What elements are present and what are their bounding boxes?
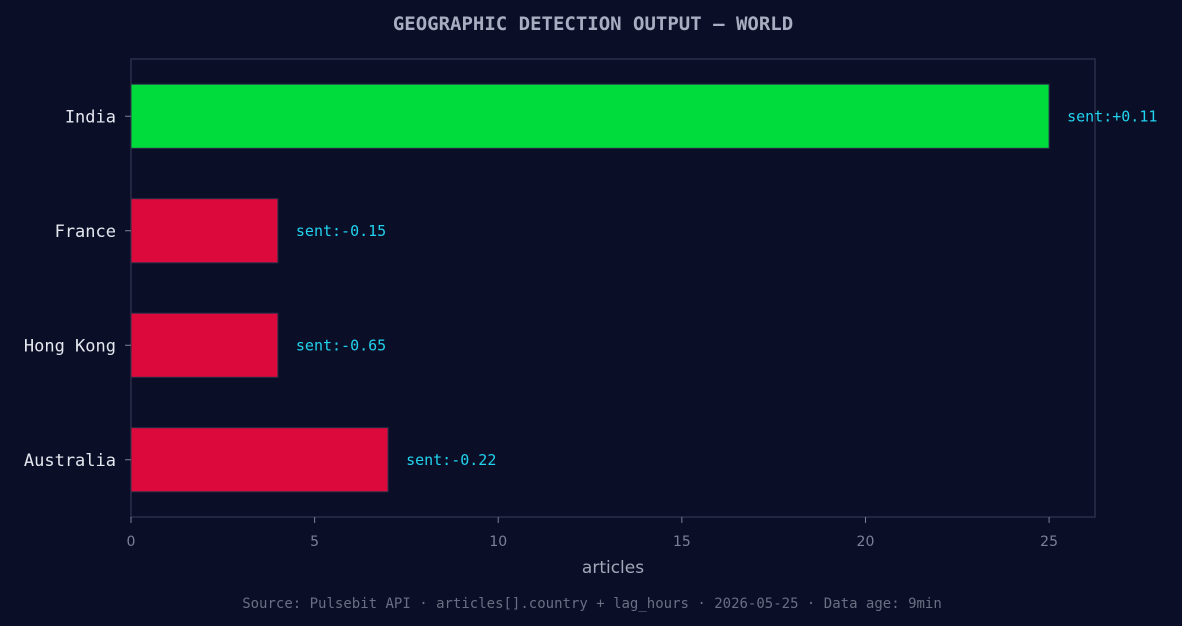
sentiment-label: sent:+0.11 xyxy=(1067,107,1157,125)
bar-france xyxy=(130,198,279,264)
sentiment-label: sent:-0.65 xyxy=(296,336,386,354)
category-label: India xyxy=(65,107,116,127)
x-axis-label: articles xyxy=(582,558,644,578)
data-labels: sent:+0.11 sent:-0.15 sent:-0.65 sent:-0.22 xyxy=(296,107,1158,469)
bar-hong-kong xyxy=(130,312,279,378)
bar-india xyxy=(130,83,1050,149)
source-footer: Source: Pulsebit API · articles[].countr… xyxy=(242,596,942,612)
x-axis-ticks: 0 5 10 15 20 25 xyxy=(127,517,1058,550)
x-tick-label: 10 xyxy=(489,534,507,550)
sentiment-label: sent:-0.15 xyxy=(296,222,386,240)
x-tick-label: 20 xyxy=(857,534,875,550)
sentiment-label: sent:-0.22 xyxy=(406,451,496,469)
geographic-bar-chart: GEOGRAPHIC DETECTION OUTPUT — WORLD Indi… xyxy=(24,13,1158,612)
chart-title: GEOGRAPHIC DETECTION OUTPUT — WORLD xyxy=(393,13,793,35)
x-tick-label: 25 xyxy=(1040,534,1058,550)
bar-australia xyxy=(130,427,389,493)
x-tick-label: 15 xyxy=(673,534,691,550)
category-label: France xyxy=(55,222,116,242)
category-labels: India France Hong Kong Australia xyxy=(24,107,131,471)
bars-layer xyxy=(130,83,1050,493)
x-tick-label: 0 xyxy=(127,534,136,550)
category-label: Hong Kong xyxy=(24,336,116,356)
x-tick-label: 5 xyxy=(310,534,319,550)
category-label: Australia xyxy=(24,451,116,471)
